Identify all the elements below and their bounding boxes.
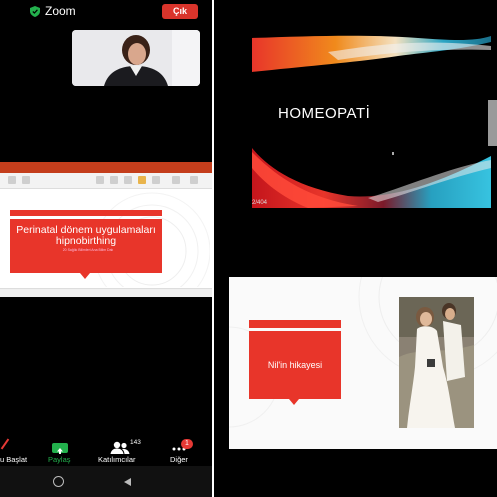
participants-button-label[interactable]: Katılımcılar: [98, 455, 136, 464]
nil-slide-title: Nil'in hikayesi: [267, 360, 323, 370]
app-title: Zoom: [45, 4, 76, 18]
participants-icon[interactable]: [110, 441, 130, 455]
ppt-tabs: [0, 167, 212, 173]
ribbon-tool: [124, 176, 132, 184]
slide-number: 2/404: [252, 200, 268, 206]
ribbon-tool: [172, 176, 180, 184]
share-screen-icon[interactable]: [52, 443, 68, 454]
leave-button[interactable]: Çık: [162, 4, 198, 19]
presenter-image: [72, 30, 200, 86]
ppt-statusbar: [0, 288, 212, 297]
panel-divider: [212, 0, 214, 497]
ribbon-tool: [190, 176, 198, 184]
notification-badge: 1: [181, 439, 193, 449]
participants-count: 143: [130, 439, 141, 446]
back-triangle-icon[interactable]: [124, 478, 131, 486]
homeopati-slide-title: HOMEOPATİ: [278, 105, 371, 122]
slide-title-bar: [10, 210, 162, 216]
mouse-cursor: [392, 152, 394, 155]
android-nav-bar: [0, 466, 212, 497]
shield-check-icon: [30, 6, 40, 17]
ribbon-tool: [152, 176, 160, 184]
home-circle-icon[interactable]: [53, 476, 64, 487]
nil-title-bar: [249, 320, 341, 328]
share-button-label[interactable]: Paylaş: [48, 455, 71, 464]
nil-title-pointer: [289, 399, 299, 405]
ribbon-tool: [138, 176, 146, 184]
more-button-label[interactable]: Diğer: [170, 455, 188, 464]
ppt-ribbon: [0, 162, 212, 189]
slide-title-pointer: [80, 273, 90, 279]
start-button-label[interactable]: u Başlat: [0, 455, 27, 464]
couple-wedding-photo: [399, 297, 474, 428]
ribbon-tool: [22, 176, 30, 184]
ribbon-tool: [8, 176, 16, 184]
side-scroll-tab[interactable]: [488, 100, 497, 146]
left-slide-title: Perinatal dönem uygulamaları hipnobirthi…: [16, 224, 156, 247]
ribbon-tool: [96, 176, 104, 184]
ribbon-tool: [110, 176, 118, 184]
presenter-video-thumbnail[interactable]: [72, 30, 200, 86]
left-slide-subtitle: 20 Sağlık Bilimleri Ana Bilim Dalı: [62, 248, 114, 252]
